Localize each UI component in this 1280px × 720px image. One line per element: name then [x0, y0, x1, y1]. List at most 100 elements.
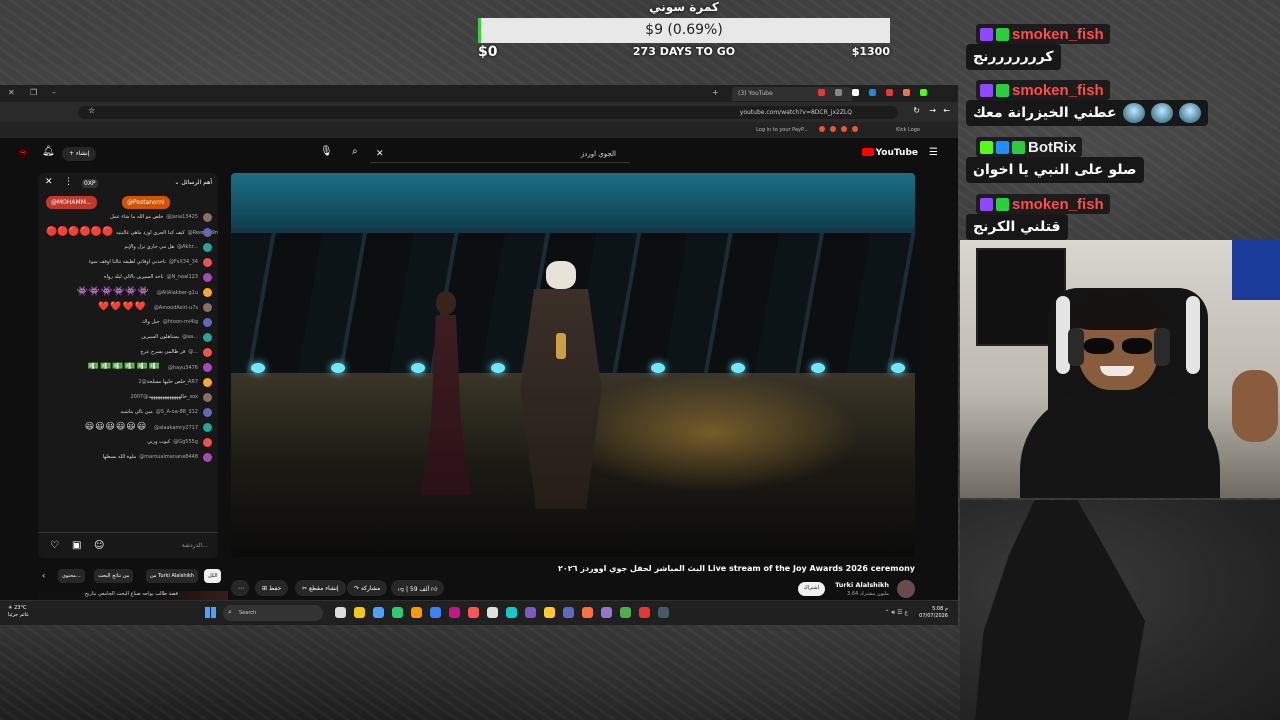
chat-avatar[interactable]	[203, 438, 212, 447]
chat-avatar[interactable]	[203, 258, 212, 267]
close-chat-icon[interactable]: ✕	[45, 177, 53, 187]
new-tab-icon[interactable]: +	[712, 88, 719, 97]
subscribe-button[interactable]: اشتراك	[797, 582, 825, 596]
chat-message[interactable]: كيوت وربي @Gg555g	[38, 435, 218, 450]
bookmark-icon[interactable]	[819, 126, 825, 132]
tab-icon[interactable]	[886, 89, 893, 96]
minimize-window-icon[interactable]: –	[52, 88, 56, 97]
super-chat-icon[interactable]: ▣	[72, 540, 81, 551]
chat-avatar[interactable]	[203, 363, 212, 372]
heart-icon[interactable]: ♡	[50, 540, 59, 551]
close-window-icon[interactable]: ✕	[8, 88, 15, 97]
chat-username[interactable]: @aa...	[182, 334, 198, 340]
back-icon[interactable]: ←	[943, 106, 950, 115]
emoji-icon[interactable]: ☺	[94, 540, 104, 551]
reload-icon[interactable]: ↻	[913, 106, 920, 115]
taskbar-app-icon[interactable]	[487, 607, 498, 618]
taskbar-app-icon[interactable]	[354, 607, 365, 618]
chat-message[interactable]: 💵💵💵💵💵💵 @hayu3476	[38, 360, 218, 375]
search-input[interactable]: ✕ الجوي اوردز	[370, 145, 630, 163]
chat-username[interactable]: @Gg555g	[173, 439, 198, 445]
bookmark-paypal[interactable]: Log in to your PayP...	[756, 127, 808, 133]
chat-avatar[interactable]	[203, 273, 212, 282]
chat-message[interactable]: تاخذني اوقاتي لطيفة تتالنا اوقف سوء @FsX3…	[38, 255, 218, 270]
chat-avatar[interactable]	[203, 243, 212, 252]
filter-chip-all[interactable]: الكل	[204, 569, 222, 583]
chat-message[interactable]: خلص مو الله ما شاء عمل @jana13425	[38, 210, 218, 225]
chat-avatar[interactable]	[203, 378, 212, 387]
taskbar-app-icon[interactable]	[582, 607, 593, 618]
taskbar-app-icon[interactable]	[658, 607, 669, 618]
chat-avatar[interactable]	[203, 288, 212, 297]
chat-username[interactable]: @S_A-oa-88_S12	[156, 409, 198, 415]
chat-avatar[interactable]	[203, 318, 212, 327]
taskbar-app-icon[interactable]	[373, 607, 384, 618]
pinned-chip[interactable]: @MOHAMM...	[46, 196, 97, 209]
tab-icon[interactable]	[835, 89, 842, 96]
taskbar-app-icon[interactable]	[525, 607, 536, 618]
chat-message[interactable]: تاخذ السيرين بالالي ليلة رواه @N_naal123	[38, 270, 218, 285]
chat-message[interactable]: هل مي جاري تزل والإيم @Akhr...	[38, 240, 218, 255]
youtube-logo[interactable]: YouTube	[861, 148, 918, 158]
chat-username[interactable]: @jana13425	[166, 214, 198, 220]
search-icon[interactable]: ⌕	[352, 146, 358, 157]
system-tray-icons[interactable]: ⌃ 🔊︎ ☰ ع	[884, 609, 908, 617]
clear-search-icon[interactable]: ✕	[376, 149, 384, 159]
chat-input[interactable]: الدردشة...	[182, 542, 208, 549]
taskbar-app-icon[interactable]	[506, 607, 517, 618]
bookmark-kick[interactable]: Kick Logo	[896, 127, 920, 133]
chat-avatar[interactable]	[203, 228, 212, 237]
restore-window-icon[interactable]: ❐	[30, 88, 37, 97]
tab-icon[interactable]	[903, 89, 910, 96]
chat-username[interactable]: @Akhr...	[177, 244, 198, 250]
chat-avatar[interactable]	[203, 213, 212, 222]
tab-icon[interactable]	[869, 89, 876, 96]
channel-avatar[interactable]	[897, 580, 915, 598]
chat-username[interactable]: @AmoodAsiri-u7s	[154, 305, 198, 311]
taskbar-app-icon[interactable]	[639, 607, 650, 618]
microphone-icon[interactable]: 🎙︎	[320, 146, 333, 157]
bookmark-icon[interactable]	[830, 126, 836, 132]
taskbar-app-icon[interactable]	[563, 607, 574, 618]
bookmark-icon[interactable]	[841, 126, 847, 132]
chat-username[interactable]: @hayu3476	[168, 365, 198, 371]
star-icon[interactable]: ☆	[88, 106, 95, 115]
chat-mode-dropdown[interactable]: ⌄ أهم الرسائل	[174, 179, 212, 186]
clock[interactable]: 5:08 م 07/07/2026	[919, 606, 948, 620]
bookmark-icon[interactable]	[852, 126, 858, 132]
url-field[interactable]: youtube.com/watch?v=8DCR_jx2ZLQ	[78, 106, 898, 119]
account-avatar[interactable]: ت	[18, 148, 28, 158]
chat-message[interactable]: يستاهلون السيرين @aa...	[38, 330, 218, 345]
chat-username[interactable]: @maroualmanane8448	[139, 454, 198, 460]
create-button[interactable]: + إنشاء	[62, 147, 97, 161]
taskbar-app-icon[interactable]	[601, 607, 612, 618]
chat-message[interactable]: قر ظالمي بسرح عرج @...	[38, 345, 218, 360]
taskbar-app-icon[interactable]	[411, 607, 422, 618]
filter-chip[interactable]: من نتائج البحث	[94, 569, 134, 583]
chat-message[interactable]: ملوة الله يسعلها @maroualmanane8448	[38, 450, 218, 465]
chat-avatar[interactable]	[203, 393, 212, 402]
chat-avatar[interactable]	[203, 303, 212, 312]
menu-icon[interactable]: ☰	[929, 147, 938, 158]
taskbar-search[interactable]: ⌕ Search	[223, 605, 323, 621]
kick-tab-icon[interactable]	[920, 89, 927, 96]
taskbar-app-icon[interactable]	[430, 607, 441, 618]
chat-username[interactable]: @FsX34_34	[169, 259, 198, 265]
chat-username[interactable]: @...	[188, 349, 198, 355]
chevron-left-icon[interactable]: ‹	[42, 571, 45, 580]
taskbar-app-icon[interactable]	[335, 607, 346, 618]
like-icon[interactable]: 👍︎	[431, 586, 437, 593]
chat-message[interactable]: خلص خليها مسلحة@2_AR7	[38, 375, 218, 390]
chat-avatar[interactable]	[203, 333, 212, 342]
clip-button[interactable]: ✂ إنشاء مقطع	[295, 580, 346, 596]
windows-start-icon[interactable]	[205, 607, 216, 618]
forward-icon[interactable]: →	[929, 106, 936, 115]
chat-username[interactable]: @AliAlakber-g1u	[157, 290, 198, 296]
filter-chip[interactable]: من Turki Alalshikh	[146, 569, 198, 583]
chat-avatar[interactable]	[203, 423, 212, 432]
chat-message[interactable]: 👾👾👾👾👾👾 @AliAlakber-g1u	[38, 285, 218, 300]
chat-message[interactable]: 🔴🔴🔴🔴🔴🔴 كيف كذا الجري اوزد ماهي غاليتيه@R…	[38, 225, 218, 240]
chat-username[interactable]: @N_naal123	[167, 274, 198, 280]
chat-avatar[interactable]	[203, 348, 212, 357]
save-button[interactable]: ⊞ حفظ	[255, 580, 289, 596]
